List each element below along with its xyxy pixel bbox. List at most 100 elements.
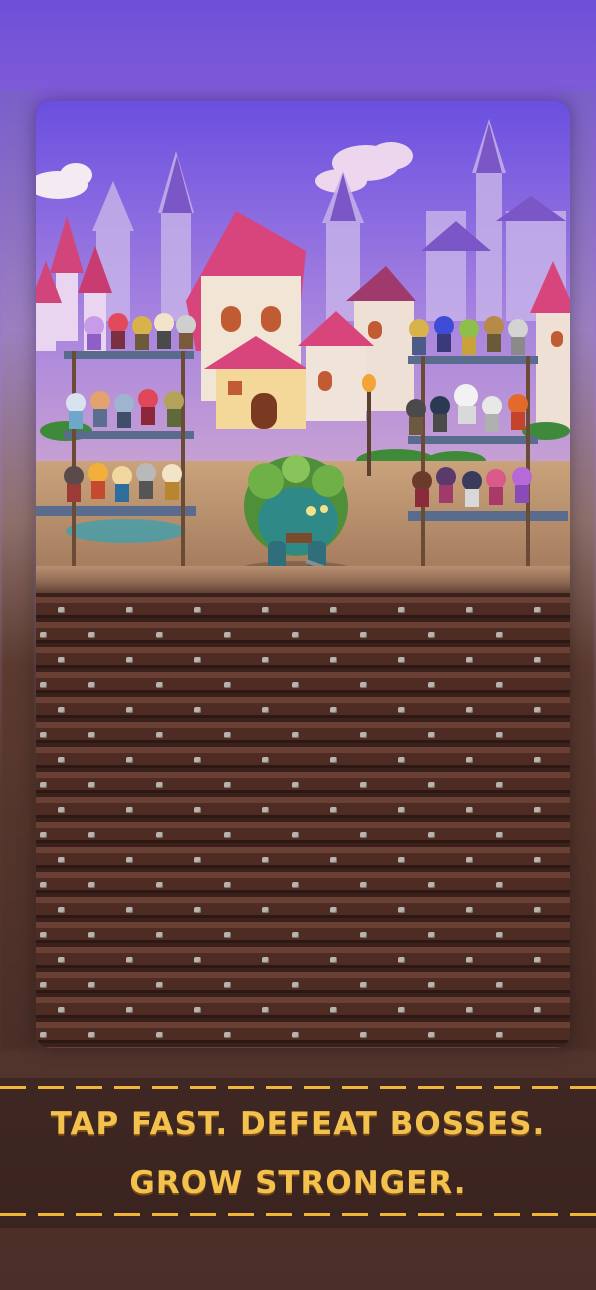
pebble: [398, 957, 405, 963]
hero: [459, 319, 479, 355]
pebble: [330, 707, 337, 713]
banner-dash-top: [0, 1086, 596, 1089]
pebble: [156, 982, 163, 988]
pebble: [194, 607, 201, 613]
pebble: [398, 757, 405, 763]
hero: [108, 313, 128, 349]
hero: [486, 469, 506, 505]
pebble: [330, 607, 337, 613]
pebble: [58, 607, 65, 613]
pebble: [360, 1032, 367, 1038]
pebble: [194, 757, 201, 763]
pebble: [40, 732, 47, 738]
dirt-layers[interactable]: [36, 593, 570, 1048]
pebble: [428, 882, 435, 888]
pebble: [534, 857, 541, 863]
hero: [462, 471, 482, 507]
pebble: [156, 932, 163, 938]
promo-banner: [0, 1078, 596, 1228]
pebble: [360, 932, 367, 938]
pebble: [40, 932, 47, 938]
pebble: [360, 782, 367, 788]
pebble: [88, 732, 95, 738]
hero: [512, 467, 532, 503]
hero: [164, 391, 184, 427]
pebble: [398, 607, 405, 613]
hero: [508, 319, 528, 355]
pebble: [58, 907, 65, 913]
pebble: [534, 1007, 541, 1013]
pebble: [156, 632, 163, 638]
pebble: [58, 707, 65, 713]
pebble: [262, 1007, 269, 1013]
pebble: [292, 982, 299, 988]
pebble: [496, 832, 503, 838]
pebble: [292, 832, 299, 838]
hero: [484, 316, 504, 352]
game-viewport[interactable]: [36, 101, 570, 1048]
pebble: [156, 782, 163, 788]
pebble: [126, 857, 133, 863]
pebble: [534, 707, 541, 713]
hero: [436, 467, 456, 503]
pebble: [88, 932, 95, 938]
pebble: [88, 832, 95, 838]
hero: [430, 396, 450, 432]
blurred-edge-left: [0, 90, 36, 1050]
pebble: [224, 1032, 231, 1038]
pebble: [194, 657, 201, 663]
pebble: [194, 1007, 201, 1013]
pebble: [156, 732, 163, 738]
pebble: [398, 807, 405, 813]
pebble: [466, 657, 473, 663]
hero: [84, 316, 104, 350]
hero: [66, 393, 86, 429]
hero: [64, 466, 84, 502]
pebble: [88, 632, 95, 638]
hero: [162, 464, 182, 500]
pebble: [330, 857, 337, 863]
pebble: [360, 682, 367, 688]
hero: [112, 466, 132, 502]
pebble: [126, 707, 133, 713]
pebble: [224, 932, 231, 938]
pebble: [156, 882, 163, 888]
pebble: [224, 732, 231, 738]
pebble: [466, 707, 473, 713]
pebble: [262, 857, 269, 863]
fountain-water: [66, 519, 186, 543]
pebble: [126, 907, 133, 913]
hero: [176, 315, 196, 349]
pebble: [496, 982, 503, 988]
pebble: [496, 782, 503, 788]
tagline-line-1: TAP FAST. DEFEAT BOSSES.: [50, 1106, 546, 1142]
pebble: [466, 957, 473, 963]
pebble: [262, 657, 269, 663]
pebble: [58, 807, 65, 813]
pebble: [262, 757, 269, 763]
pebble: [496, 932, 503, 938]
pebble: [262, 807, 269, 813]
pebble: [292, 682, 299, 688]
pebble: [496, 882, 503, 888]
pebble: [58, 657, 65, 663]
pebble: [40, 882, 47, 888]
pebble: [428, 782, 435, 788]
pebble: [126, 657, 133, 663]
pebble: [58, 957, 65, 963]
pebble: [40, 782, 47, 788]
pebble: [156, 1032, 163, 1038]
pebble: [466, 757, 473, 763]
pebble: [428, 832, 435, 838]
pebble: [466, 857, 473, 863]
pebble: [428, 732, 435, 738]
pebble: [292, 932, 299, 938]
pebble: [156, 832, 163, 838]
pebble: [262, 907, 269, 913]
pebble: [466, 1007, 473, 1013]
hero: [132, 316, 152, 350]
pebble: [330, 657, 337, 663]
pebble: [292, 632, 299, 638]
pebble: [330, 807, 337, 813]
pebble: [496, 732, 503, 738]
